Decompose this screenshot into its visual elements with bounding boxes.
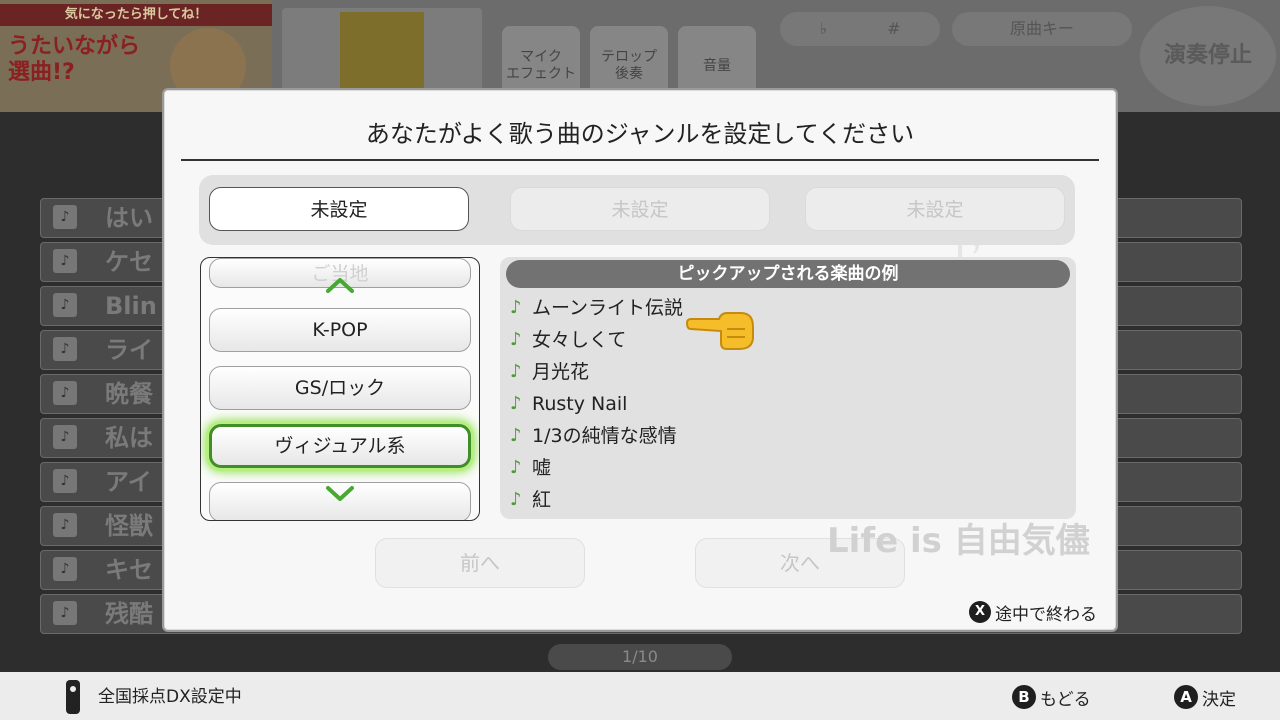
song-title: 1/3の純情な感情 xyxy=(532,425,677,447)
list-item-title: Blin xyxy=(105,292,157,320)
telop-label: テロップ 後奏 xyxy=(601,49,657,82)
dialog-title: あなたがよく歌う曲のジャンルを設定してください xyxy=(365,120,915,148)
song-title: ムーンライト伝説 xyxy=(532,297,684,319)
list-item-title: はい xyxy=(105,204,153,232)
genre-settings-dialog: ♪ ♫ あなたがよく歌う曲のジャンルを設定してください 未設定 未設定 未設定 … xyxy=(164,90,1116,630)
promo-banner-text: 気になったら押してね！ xyxy=(0,4,272,26)
list-item: ♪ 1/3の純情な感情 xyxy=(510,421,677,451)
mic-effect-label: マイク エフェクト xyxy=(506,49,576,82)
back-hint[interactable]: B もどる xyxy=(1012,684,1091,710)
genre-slot-3[interactable]: 未設定 xyxy=(805,187,1065,231)
confirm-label: 決定 xyxy=(1202,689,1236,710)
list-item: ♪ Rusty Nail xyxy=(510,389,627,419)
music-note-icon: ♪ xyxy=(53,205,77,229)
sharp-icon: # xyxy=(887,19,901,38)
list-item-title: ケセ xyxy=(105,248,153,276)
genre-item-kpop[interactable]: K-POP xyxy=(209,308,471,352)
music-note-icon: ♪ xyxy=(53,293,77,317)
confirm-hint[interactable]: A 決定 xyxy=(1174,684,1236,710)
music-note-icon: ♪ xyxy=(53,425,77,449)
song-title: Rusty Nail xyxy=(532,393,628,415)
title-divider xyxy=(181,159,1099,161)
genre-slot-1[interactable]: 未設定 xyxy=(209,187,469,231)
song-title: 嘘 xyxy=(532,457,552,479)
song-title: 紅 xyxy=(532,489,552,511)
music-note-icon: ♪ xyxy=(510,329,522,350)
song-title: 月光花 xyxy=(532,361,590,383)
genre-list: ご当地 K-POP GS/ロック ヴィジュアル系 xyxy=(200,257,480,521)
pickup-songs-panel: ピックアップされる楽曲の例 ♪ ムーンライト伝説 ♪ 女々しくて ♪ 月光花 ♪ Rus… xyxy=(500,257,1076,519)
list-item: ♪ 嘘 xyxy=(510,453,551,483)
list-item-title: 私は xyxy=(105,424,153,452)
prev-button[interactable]: 前へ xyxy=(375,538,585,588)
original-key-button[interactable]: 原曲キー xyxy=(952,12,1132,46)
scroll-down-arrow-icon[interactable] xyxy=(324,484,356,504)
page-indicator: 1/10 xyxy=(548,644,732,670)
a-button-icon: A xyxy=(1174,685,1198,709)
watermark-text: Life is 自由気儘 xyxy=(827,521,1090,561)
list-item-title: キセ xyxy=(105,556,153,584)
list-item-title: アイ xyxy=(105,468,152,496)
list-item-title: ライ xyxy=(105,336,153,364)
music-note-icon: ♪ xyxy=(510,393,522,414)
back-label: もどる xyxy=(1040,689,1091,710)
list-item: ♪ 紅 xyxy=(510,485,551,515)
flat-icon: ♭ xyxy=(819,19,828,38)
music-note-icon: ♪ xyxy=(510,489,522,510)
list-item: ♪ 女々しくて xyxy=(510,325,626,355)
music-note-icon: ♪ xyxy=(53,601,77,625)
list-item-title: 晩餐 xyxy=(105,380,153,408)
stop-performance-button[interactable]: 演奏停止 xyxy=(1140,6,1276,106)
list-item-title: 怪獣 xyxy=(105,512,153,540)
pointing-hand-cursor-icon xyxy=(685,307,755,358)
pickup-header: ピックアップされる楽曲の例 xyxy=(506,260,1070,288)
genre-item-gs-rock[interactable]: GS/ロック xyxy=(209,366,471,410)
key-adjust-pill[interactable]: ♭ # xyxy=(780,12,940,46)
promo-title: うたいながら選曲!? xyxy=(8,34,141,85)
music-note-icon: ♪ xyxy=(510,457,522,478)
list-item-title: 残酷 xyxy=(105,600,153,628)
quit-label: 途中で終わる xyxy=(995,604,1097,625)
mascot-image xyxy=(340,12,424,102)
genre-item-visual-kei[interactable]: ヴィジュアル系 xyxy=(209,424,471,468)
music-note-icon: ♪ xyxy=(53,513,77,537)
x-button-icon: X xyxy=(969,601,991,623)
music-note-icon: ♪ xyxy=(510,297,522,318)
music-note-icon: ♪ xyxy=(510,425,522,446)
song-title: 女々しくて xyxy=(532,329,627,351)
genre-slot-2[interactable]: 未設定 xyxy=(510,187,770,231)
quit-hint[interactable]: X 途中で終わる xyxy=(969,599,1097,625)
scroll-up-arrow-icon[interactable] xyxy=(324,275,356,295)
list-item: ♪ ムーンライト伝説 xyxy=(510,293,683,323)
status-text: 全国採点DX設定中 xyxy=(98,687,242,707)
music-note-icon: ♪ xyxy=(53,337,77,361)
music-note-icon: ♪ xyxy=(53,557,77,581)
music-note-icon: ♪ xyxy=(53,381,77,405)
volume-label: 音量 xyxy=(703,57,731,74)
b-button-icon: B xyxy=(1012,685,1036,709)
music-note-icon: ♪ xyxy=(53,469,77,493)
list-item: ♪ 月光花 xyxy=(510,357,589,387)
music-note-icon: ♪ xyxy=(510,361,522,382)
music-note-icon: ♪ xyxy=(53,249,77,273)
joycon-controller-icon xyxy=(66,680,80,714)
